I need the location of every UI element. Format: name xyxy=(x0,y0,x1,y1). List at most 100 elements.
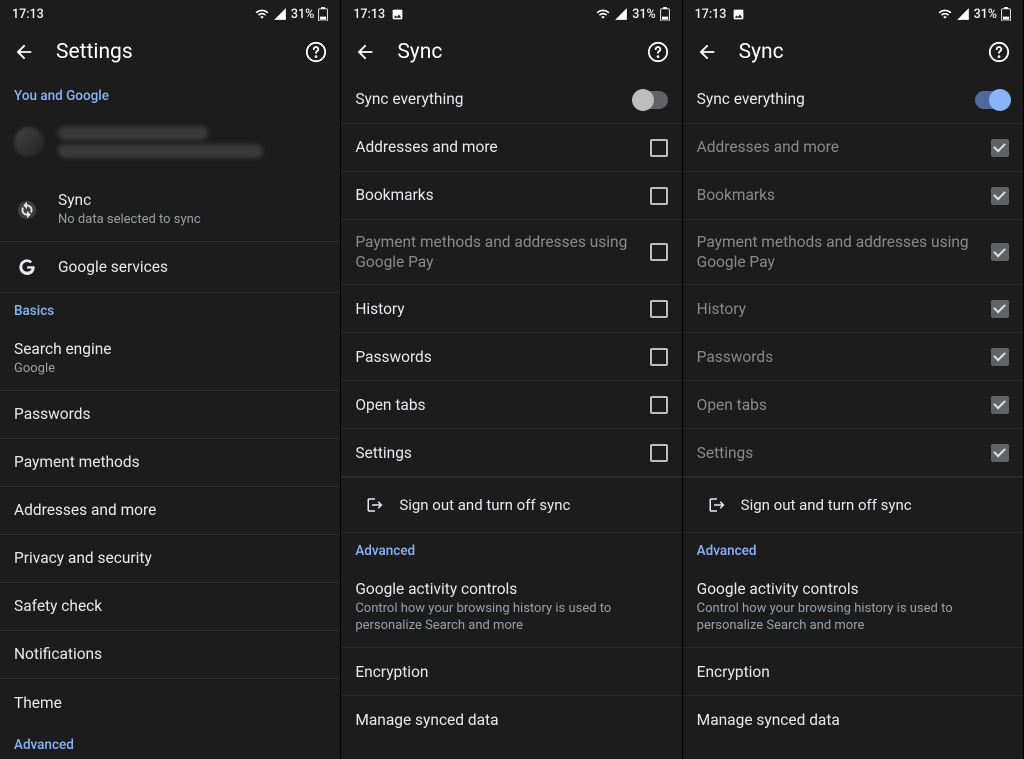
search-engine-row[interactable]: Search engine Google xyxy=(0,327,340,391)
theme-row[interactable]: Theme xyxy=(0,679,340,727)
sync-everything-row[interactable]: Sync everything xyxy=(683,76,1023,124)
help-button[interactable] xyxy=(302,38,330,66)
row-label: History xyxy=(355,299,404,319)
row-label: History xyxy=(697,299,746,319)
row-label: Open tabs xyxy=(697,395,767,415)
addresses-sync-row[interactable]: Addresses and more xyxy=(341,124,681,172)
screenshot-icon xyxy=(732,8,745,21)
row-sublabel: Control how your browsing history is use… xyxy=(697,601,1009,635)
checkbox xyxy=(991,300,1009,318)
logout-icon xyxy=(365,492,385,518)
checkbox[interactable] xyxy=(650,444,668,462)
status-bar: 17:13 31% xyxy=(341,0,681,28)
sign-out-row[interactable]: Sign out and turn off sync xyxy=(341,477,681,533)
help-button[interactable] xyxy=(985,38,1013,66)
status-time: 17:13 xyxy=(12,7,44,22)
checkbox xyxy=(991,396,1009,414)
status-battery-text: 31% xyxy=(291,7,314,22)
notifications-row[interactable]: Notifications xyxy=(0,631,340,679)
signal-icon xyxy=(956,7,970,21)
google-activity-controls-row[interactable]: Google activity controls Control how you… xyxy=(341,567,681,648)
wifi-icon xyxy=(596,7,610,21)
app-bar: Settings xyxy=(0,28,340,76)
row-label: Encryption xyxy=(697,662,770,682)
passwords-sync-row: Passwords xyxy=(683,333,1023,381)
app-bar: Sync xyxy=(683,28,1023,76)
safety-check-row[interactable]: Safety check xyxy=(0,583,340,631)
passwords-sync-row[interactable]: Passwords xyxy=(341,333,681,381)
checkbox[interactable] xyxy=(650,139,668,157)
section-advanced: Advanced xyxy=(683,533,1023,567)
checkbox[interactable] xyxy=(650,348,668,366)
settings-sync-row[interactable]: Settings xyxy=(341,429,681,477)
account-text xyxy=(58,126,263,158)
google-icon xyxy=(14,254,40,280)
row-label: Bookmarks xyxy=(355,185,433,205)
section-advanced: Advanced xyxy=(341,533,681,567)
row-label: Privacy and security xyxy=(14,548,152,568)
payment-methods-row[interactable]: Payment methods xyxy=(0,439,340,487)
row-label: Sign out and turn off sync xyxy=(399,496,570,516)
addresses-row[interactable]: Addresses and more xyxy=(0,487,340,535)
row-label: Google activity controls xyxy=(697,579,1009,599)
signal-icon xyxy=(273,7,287,21)
logout-icon xyxy=(707,492,727,518)
row-label: Search engine xyxy=(14,339,112,359)
history-sync-row[interactable]: History xyxy=(341,285,681,333)
screenshot-icon xyxy=(391,8,404,21)
row-label: Sync everything xyxy=(697,89,805,109)
privacy-row[interactable]: Privacy and security xyxy=(0,535,340,583)
sync-everything-row[interactable]: Sync everything xyxy=(341,76,681,124)
row-label: Addresses and more xyxy=(355,137,497,157)
sync-row[interactable]: Sync No data selected to sync xyxy=(0,178,340,242)
settings-panel: 17:13 31% Settings You and Google xyxy=(0,0,341,759)
checkbox[interactable] xyxy=(650,243,668,261)
checkbox[interactable] xyxy=(650,187,668,205)
manage-synced-row[interactable]: Manage synced data xyxy=(683,696,1023,744)
sync-panel-off: 17:13 31% Sync Sync everything Addresses… xyxy=(341,0,682,759)
checkbox[interactable] xyxy=(650,396,668,414)
row-label: Payment methods xyxy=(14,452,140,472)
section-basics: Basics xyxy=(0,293,340,327)
sync-icon xyxy=(14,197,40,223)
sync-everything-switch[interactable] xyxy=(975,91,1009,109)
wifi-icon xyxy=(938,7,952,21)
encryption-row[interactable]: Encryption xyxy=(341,648,681,696)
encryption-row[interactable]: Encryption xyxy=(683,648,1023,696)
google-activity-controls-row[interactable]: Google activity controls Control how you… xyxy=(683,567,1023,648)
payment-gpay-sync-row[interactable]: Payment methods and addresses using Goog… xyxy=(341,220,681,285)
account-row[interactable] xyxy=(0,112,340,178)
open-tabs-sync-row[interactable]: Open tabs xyxy=(341,381,681,429)
checkbox[interactable] xyxy=(650,300,668,318)
sync-everything-switch[interactable] xyxy=(634,91,668,109)
back-button[interactable] xyxy=(10,38,38,66)
sign-out-row[interactable]: Sign out and turn off sync xyxy=(683,477,1023,533)
checkbox xyxy=(991,348,1009,366)
row-label: Addresses and more xyxy=(14,500,156,520)
row-sublabel: No data selected to sync xyxy=(58,212,201,229)
passwords-row[interactable]: Passwords xyxy=(0,391,340,439)
status-time: 17:13 xyxy=(353,7,385,22)
row-label: Sync xyxy=(58,190,201,210)
status-battery-text: 31% xyxy=(632,7,655,22)
section-advanced: Advanced xyxy=(0,727,340,759)
bookmarks-sync-row[interactable]: Bookmarks xyxy=(341,172,681,220)
google-services-row[interactable]: Google services xyxy=(0,242,340,293)
sync-panel-on: 17:13 31% Sync Sync everything Addresses… xyxy=(683,0,1024,759)
back-button[interactable] xyxy=(351,38,379,66)
bookmarks-sync-row: Bookmarks xyxy=(683,172,1023,220)
back-button[interactable] xyxy=(693,38,721,66)
app-bar-title: Sync xyxy=(397,40,442,64)
row-label: Google activity controls xyxy=(355,579,667,599)
help-button[interactable] xyxy=(644,38,672,66)
row-label: Open tabs xyxy=(355,395,425,415)
row-label: Google services xyxy=(58,257,168,277)
row-label: Settings xyxy=(355,443,412,463)
row-label: Settings xyxy=(697,443,754,463)
checkbox xyxy=(991,187,1009,205)
status-bar: 17:13 31% xyxy=(683,0,1023,28)
row-label: Bookmarks xyxy=(697,185,775,205)
battery-icon xyxy=(660,7,670,21)
row-label: Payment methods and addresses using Goog… xyxy=(355,232,631,272)
manage-synced-row[interactable]: Manage synced data xyxy=(341,696,681,744)
